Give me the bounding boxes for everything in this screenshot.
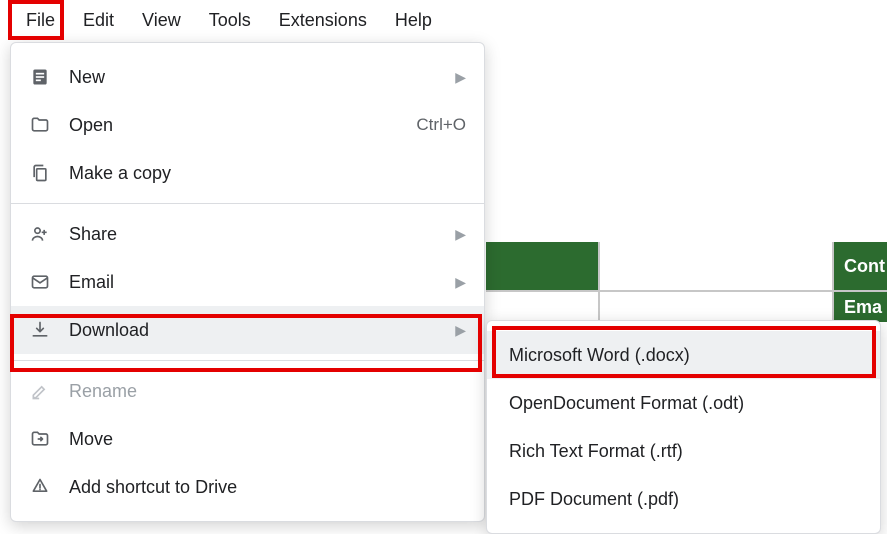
- file-dropdown: New ▶ Open Ctrl+O Make a copy Share ▶ Em…: [10, 42, 485, 522]
- menu-view[interactable]: View: [128, 4, 195, 37]
- submenu-arrow-icon: ▶: [455, 274, 466, 291]
- menu-item-email[interactable]: Email ▶: [11, 258, 484, 306]
- submenu-item-rtf[interactable]: Rich Text Format (.rtf): [487, 427, 880, 475]
- menu-item-label: Open: [69, 115, 416, 136]
- menu-extensions[interactable]: Extensions: [265, 4, 381, 37]
- submenu-arrow-icon: ▶: [455, 322, 466, 339]
- menu-item-label: Rename: [69, 381, 466, 402]
- table-border: [486, 290, 887, 292]
- share-icon: [29, 223, 51, 245]
- menu-item-new[interactable]: New ▶: [11, 53, 484, 101]
- download-icon: [29, 319, 51, 341]
- menu-file[interactable]: File: [12, 4, 69, 37]
- menu-item-move[interactable]: Move: [11, 415, 484, 463]
- menu-item-label: Move: [69, 429, 466, 450]
- pencil-icon: [29, 380, 51, 402]
- menu-item-label: Share: [69, 224, 447, 245]
- menubar: File Edit View Tools Extensions Help: [0, 0, 887, 40]
- menu-separator: [11, 203, 484, 204]
- table-border: [598, 242, 600, 322]
- menu-item-make-copy[interactable]: Make a copy: [11, 149, 484, 197]
- move-folder-icon: [29, 428, 51, 450]
- menu-item-download[interactable]: Download ▶: [11, 306, 484, 354]
- submenu-arrow-icon: ▶: [455, 69, 466, 86]
- menu-item-label: Download: [69, 320, 447, 341]
- menu-separator: [11, 360, 484, 361]
- submenu-item-odt[interactable]: OpenDocument Format (.odt): [487, 379, 880, 427]
- submenu-item-docx[interactable]: Microsoft Word (.docx): [487, 331, 880, 379]
- menu-item-label: Make a copy: [69, 163, 466, 184]
- menu-item-share[interactable]: Share ▶: [11, 210, 484, 258]
- folder-icon: [29, 114, 51, 136]
- submenu-arrow-icon: ▶: [455, 226, 466, 243]
- copy-icon: [29, 162, 51, 184]
- table-header-cell: Cont: [834, 242, 887, 290]
- menu-item-label: Add shortcut to Drive: [69, 477, 466, 498]
- email-icon: [29, 271, 51, 293]
- table-header-cell: [486, 242, 598, 290]
- menu-item-add-shortcut[interactable]: Add shortcut to Drive: [11, 463, 484, 511]
- download-submenu: Microsoft Word (.docx) OpenDocument Form…: [486, 320, 881, 534]
- keyboard-shortcut: Ctrl+O: [416, 115, 466, 135]
- menu-item-label: Email: [69, 272, 447, 293]
- table-border: [832, 242, 834, 322]
- menu-item-label: New: [69, 67, 447, 88]
- table-header-cell: Ema: [834, 292, 887, 322]
- menu-edit[interactable]: Edit: [69, 4, 128, 37]
- menu-item-rename: Rename: [11, 367, 484, 415]
- menu-item-open[interactable]: Open Ctrl+O: [11, 101, 484, 149]
- drive-shortcut-icon: [29, 476, 51, 498]
- document-icon: [29, 66, 51, 88]
- submenu-item-pdf[interactable]: PDF Document (.pdf): [487, 475, 880, 523]
- menu-tools[interactable]: Tools: [195, 4, 265, 37]
- menu-help[interactable]: Help: [381, 4, 446, 37]
